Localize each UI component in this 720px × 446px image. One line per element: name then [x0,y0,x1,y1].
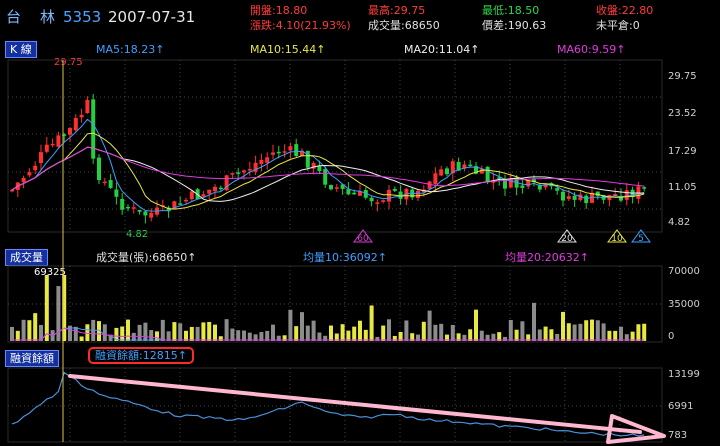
stock-chart-window: 台 林 5353 2007-07-31 開盤:18.80 最高:29.75 最低:… [0,0,720,446]
kline-panel-border [7,59,663,233]
volume-average-lines [12,327,645,341]
ma-period-marker-label: 10 [611,234,623,244]
moving-average-lines [11,118,645,212]
volume-bars [10,275,647,341]
margin-balance-line [11,371,645,437]
candlesticks [10,93,647,224]
ma-period-marker-label: 20 [561,234,573,244]
grid-lines [8,60,662,442]
chart-canvas[interactable]: 60 20 10 5 [0,0,720,446]
ma-period-marker-label: 60 [357,234,369,244]
ma-period-marker-label: 5 [638,234,644,244]
